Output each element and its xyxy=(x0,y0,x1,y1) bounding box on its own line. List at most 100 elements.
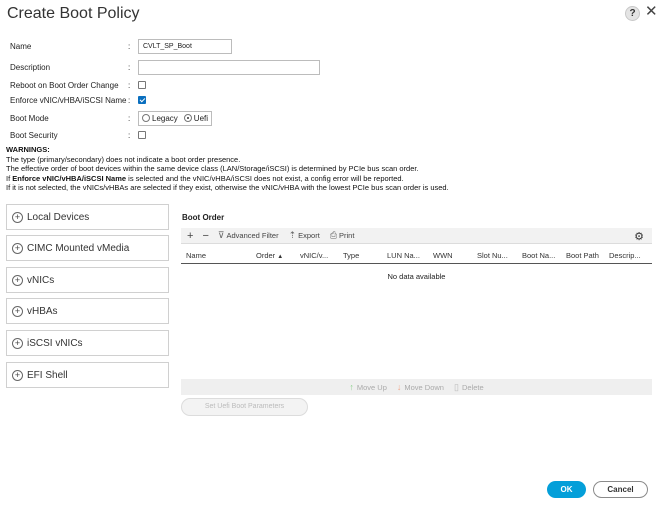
boot-mode-radio-group: Legacy Uefi xyxy=(138,110,213,126)
export-button[interactable]: ⇡ Export xyxy=(289,230,320,241)
boot-security-checkbox[interactable] xyxy=(138,131,146,139)
name-row: Name : CVLT_SP_Boot xyxy=(10,38,232,54)
column-header-lun-name[interactable]: LUN Na... xyxy=(387,251,420,260)
enforce-row: Enforce vNIC/vHBA/iSCSI Name : xyxy=(10,92,146,108)
boot-security-colon: : xyxy=(128,130,131,140)
description-input[interactable] xyxy=(138,59,320,75)
accordion-cimc-mounted-vmedia[interactable]: + CIMC Mounted vMedia xyxy=(6,235,169,261)
accordion-label: vNICs xyxy=(27,274,55,286)
description-colon: : xyxy=(128,62,131,72)
expand-plus-icon: + xyxy=(12,369,23,381)
enforce-checkbox[interactable] xyxy=(138,96,146,104)
column-header-description[interactable]: Descrip... xyxy=(609,251,641,260)
reboot-checkbox[interactable] xyxy=(138,81,146,89)
warnings-title: WARNINGS: xyxy=(6,145,50,154)
column-header-order-label: Order xyxy=(256,251,276,260)
column-header-vnic[interactable]: vNIC/v... xyxy=(300,251,328,260)
print-label: Print xyxy=(339,231,355,240)
export-icon: ⇡ xyxy=(288,230,297,240)
boot-security-label: Boot Security xyxy=(10,130,58,140)
expand-plus-icon: + xyxy=(12,337,23,349)
legacy-radio[interactable] xyxy=(142,114,150,122)
gear-icon[interactable]: ⚙ xyxy=(634,230,644,243)
boot-mode-label: Boot Mode xyxy=(10,113,49,123)
move-up-label: Move Up xyxy=(356,382,387,392)
trash-icon: ▯ xyxy=(453,381,459,392)
arrow-down-icon: ↓ xyxy=(396,382,402,392)
boot-order-actions: ↑ Move Up ↓ Move Down ▯ Delete xyxy=(181,379,652,395)
add-icon[interactable]: + xyxy=(187,230,193,241)
print-button[interactable]: ⎙ Print xyxy=(330,230,355,241)
accordion-vhbas[interactable]: + vHBAs xyxy=(6,298,169,324)
column-header-slot-number[interactable]: Slot Nu... xyxy=(477,251,508,260)
help-button[interactable]: ? xyxy=(625,6,640,21)
accordion-label: CIMC Mounted vMedia xyxy=(27,242,130,254)
delete-button[interactable]: ▯ Delete xyxy=(454,382,484,393)
accordion-iscsi-vnics[interactable]: + iSCSI vNICs xyxy=(6,330,169,356)
move-down-label: Move Down xyxy=(404,382,444,392)
name-colon: : xyxy=(128,41,131,51)
description-row: Description : xyxy=(10,59,320,75)
delete-label: Delete xyxy=(461,382,484,392)
reboot-row: Reboot on Boot Order Change : xyxy=(10,77,146,93)
reboot-colon: : xyxy=(128,80,131,90)
uefi-radio[interactable] xyxy=(183,114,192,122)
advanced-filter-button[interactable]: ⊽ Advanced Filter xyxy=(218,230,279,241)
accordion-label: EFI Shell xyxy=(27,369,68,381)
dialog-title: Create Boot Policy xyxy=(7,5,140,22)
boot-security-row: Boot Security : xyxy=(10,127,146,143)
sort-ascending-icon: ▲ xyxy=(277,254,284,260)
warning-line-3-suffix: is selected and the vNIC/vHBA/iSCSI does… xyxy=(126,173,404,183)
advanced-filter-label: Advanced Filter xyxy=(226,231,279,240)
boot-mode-colon: : xyxy=(128,113,131,123)
arrow-up-icon: ↑ xyxy=(349,382,354,392)
reboot-label: Reboot on Boot Order Change xyxy=(10,80,119,90)
column-header-boot-path[interactable]: Boot Path xyxy=(566,251,599,260)
export-label: Export xyxy=(298,231,320,240)
close-icon[interactable]: ✕ xyxy=(645,3,658,21)
filter-icon: ⊽ xyxy=(217,230,225,240)
boot-mode-legacy-option[interactable]: Legacy xyxy=(139,114,181,123)
warning-line-3: If Enforce vNIC/vHBA/iSCSI Name is selec… xyxy=(6,174,449,184)
warnings-block: WARNINGS: The type (primary/secondary) d… xyxy=(6,145,449,193)
warning-line-2: The effective order of boot devices with… xyxy=(6,164,419,174)
column-header-boot-name[interactable]: Boot Na... xyxy=(522,251,555,260)
accordion-label: Local Devices xyxy=(27,211,90,223)
expand-plus-icon: + xyxy=(12,211,23,223)
column-header-order[interactable]: Order ▲ xyxy=(256,251,283,260)
empty-table-message: No data available xyxy=(387,272,446,281)
uefi-label: Uefi xyxy=(193,113,209,123)
description-label: Description xyxy=(10,62,51,72)
expand-plus-icon: + xyxy=(12,274,23,286)
print-icon: ⎙ xyxy=(329,230,338,240)
column-header-type[interactable]: Type xyxy=(343,251,359,260)
accordion-local-devices[interactable]: + Local Devices xyxy=(6,204,169,230)
legacy-label: Legacy xyxy=(152,113,178,123)
accordion-label: vHBAs xyxy=(27,305,58,317)
accordion-label: iSCSI vNICs xyxy=(27,337,83,349)
enforce-colon: : xyxy=(128,95,131,105)
name-label: Name xyxy=(10,41,32,51)
set-uefi-boot-parameters-button[interactable]: Set Uefi Boot Parameters xyxy=(181,398,308,416)
warning-line-3-bold: Enforce vNIC/vHBA/iSCSI Name xyxy=(12,173,127,183)
boot-mode-row: Boot Mode : Legacy Uefi xyxy=(10,110,213,126)
cancel-button[interactable]: Cancel xyxy=(593,481,648,498)
warning-line-1: The type (primary/secondary) does not in… xyxy=(6,154,241,164)
expand-plus-icon: + xyxy=(12,242,23,254)
boot-order-table-header: Name Order ▲ vNIC/v... Type LUN Na... WW… xyxy=(181,248,652,264)
accordion-vnics[interactable]: + vNICs xyxy=(6,267,169,293)
ok-button[interactable]: OK xyxy=(547,481,586,498)
remove-icon[interactable]: − xyxy=(202,230,208,241)
enforce-label: Enforce vNIC/vHBA/iSCSI Name xyxy=(10,95,127,105)
boot-order-toolbar: + − ⊽ Advanced Filter ⇡ Export ⎙ Print ⚙ xyxy=(181,228,652,244)
warning-line-4: If it is not selected, the vNICs/vHBAs a… xyxy=(6,183,449,193)
boot-mode-uefi-option[interactable]: Uefi xyxy=(181,114,211,123)
accordion-efi-shell[interactable]: + EFI Shell xyxy=(6,362,169,388)
column-header-name[interactable]: Name xyxy=(186,251,206,260)
move-up-button[interactable]: ↑ Move Up xyxy=(349,382,387,392)
boot-order-title: Boot Order xyxy=(182,213,225,222)
expand-plus-icon: + xyxy=(12,305,23,317)
name-input[interactable]: CVLT_SP_Boot xyxy=(138,38,232,54)
move-down-button[interactable]: ↓ Move Down xyxy=(397,382,444,392)
column-header-wwn[interactable]: WWN xyxy=(433,251,453,260)
